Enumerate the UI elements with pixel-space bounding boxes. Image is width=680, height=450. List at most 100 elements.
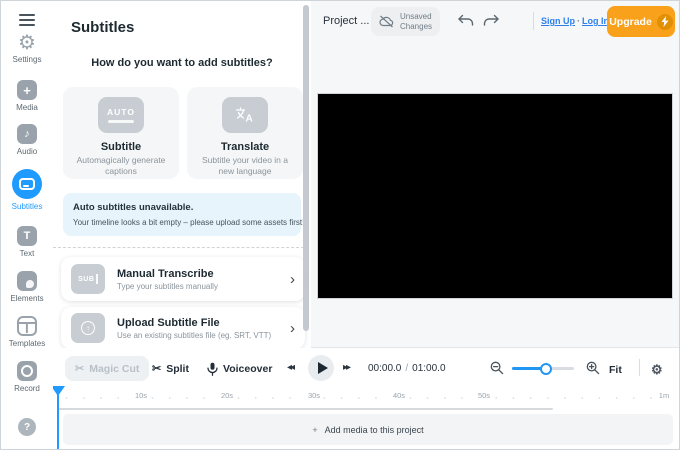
video-editor-window: ⚙ Settings + Media ♪ Audio Subtitles T T… xyxy=(0,0,680,450)
rewind-button[interactable]: ◂◂ xyxy=(287,362,295,373)
card-title: Translate xyxy=(220,141,270,153)
chevron-right-icon: › xyxy=(290,270,295,288)
play-icon xyxy=(317,362,328,374)
templates-icon xyxy=(17,316,37,336)
sidebar-item-label: Subtitles xyxy=(11,202,43,211)
sidebar-item-templates[interactable]: Templates xyxy=(1,316,53,348)
panel-scrollbar[interactable] xyxy=(303,5,309,331)
add-media-button[interactable]: + Add media to this project xyxy=(63,414,673,445)
magic-cut-button[interactable]: ✂ Magic Cut xyxy=(65,356,150,381)
timeline-zoom-slider[interactable] xyxy=(512,362,574,375)
sidebar-item-label: Record xyxy=(14,384,40,393)
sidebar-item-audio[interactable]: ♪ Audio xyxy=(1,124,53,156)
plus-icon: + xyxy=(17,80,37,100)
video-canvas[interactable] xyxy=(317,93,673,299)
current-time: 00:00.0 xyxy=(368,363,402,374)
unsaved-line1: Unsaved xyxy=(400,11,432,21)
scissors-icon: ✂ xyxy=(75,363,85,375)
sidebar-item-media[interactable]: + Media xyxy=(1,80,53,112)
sidebar-item-label: Templates xyxy=(8,339,46,348)
upload-icon: ↑ xyxy=(71,313,105,343)
ruler-tick-label: 50s xyxy=(474,391,494,400)
timeline-ruler[interactable]: 10s 20s 30s 40s 50s 1m xyxy=(53,388,679,408)
list-item-title: Upload Subtitle File xyxy=(117,316,220,329)
scissors-icon: ✂ xyxy=(152,363,162,375)
sidebar-item-elements[interactable]: Elements xyxy=(1,271,53,303)
zoom-in-button[interactable] xyxy=(586,361,600,378)
translate-icon: A xyxy=(222,97,268,133)
fit-button[interactable]: Fit xyxy=(609,357,622,382)
cloud-off-icon xyxy=(379,15,394,28)
log-in-link[interactable]: Log In xyxy=(582,16,609,26)
unsaved-line2: Changes xyxy=(400,21,433,31)
plus-icon: + xyxy=(312,424,318,435)
sidebar-item-label: Settings xyxy=(12,55,42,64)
timeline-section: ✂ Magic Cut ✂ Split Voiceover ◂◂ ▸▸ 00:0… xyxy=(51,347,679,449)
auto-subtitles-unavailable-notice: Auto subtitles unavailable. Your timelin… xyxy=(63,193,305,236)
divider xyxy=(533,12,534,30)
subtitles-panel: Subtitles How do you want to add subtitl… xyxy=(53,1,311,348)
menu-icon[interactable] xyxy=(19,14,35,29)
upload-subtitle-file-item[interactable]: ↑ Upload Subtitle File Use an existing s… xyxy=(61,307,305,348)
notice-body: Your timeline looks a bit empty – please… xyxy=(73,218,305,227)
timeline-scroll-track xyxy=(58,408,553,410)
list-item-title: Manual Transcribe xyxy=(117,267,214,280)
split-button[interactable]: ✂ Split xyxy=(152,356,189,381)
page-title: Subtitles xyxy=(71,19,135,36)
list-item-description: Type your subtitles manually xyxy=(117,281,218,291)
duration: 01:00.0 xyxy=(412,363,446,374)
svg-text:A: A xyxy=(246,114,253,124)
undo-button[interactable] xyxy=(457,14,474,30)
playhead[interactable] xyxy=(51,386,65,449)
ruler-tick-label: 30s xyxy=(304,391,324,400)
redo-button[interactable] xyxy=(483,14,500,30)
sidebar: ⚙ Settings + Media ♪ Audio Subtitles T T… xyxy=(1,1,53,449)
sidebar-item-settings[interactable]: ⚙ Settings xyxy=(1,32,53,64)
chevron-right-icon: › xyxy=(290,319,295,337)
sidebar-item-record[interactable]: Record xyxy=(1,361,53,393)
help-button[interactable]: ? xyxy=(1,418,53,436)
divider xyxy=(53,247,309,248)
subtitle-option-cards: AUTO Subtitle Automagically generate cap… xyxy=(63,87,303,179)
auto-subtitle-card[interactable]: AUTO Subtitle Automagically generate cap… xyxy=(63,87,179,179)
ruler-tick-label: 10s xyxy=(131,391,151,400)
sub-badge-icon: SUB xyxy=(71,264,105,294)
panel-question: How do you want to add subtitles? xyxy=(91,57,273,69)
unsaved-changes-badge: Unsaved Changes xyxy=(371,7,441,36)
translate-card[interactable]: A Translate Subtitle your video in a new… xyxy=(187,87,303,179)
sidebar-item-label: Audio xyxy=(16,147,38,156)
notice-title: Auto subtitles unavailable. xyxy=(73,202,194,213)
upgrade-button[interactable]: Upgrade xyxy=(607,6,675,37)
subtitles-icon xyxy=(12,169,42,199)
sidebar-item-subtitles[interactable]: Subtitles xyxy=(1,169,53,211)
lightning-icon xyxy=(656,13,673,30)
fast-forward-button[interactable]: ▸▸ xyxy=(343,362,351,373)
play-button[interactable] xyxy=(308,355,334,381)
sidebar-item-label: Media xyxy=(16,103,38,112)
slider-knob[interactable] xyxy=(540,362,552,375)
ruler-tick-label: 40s xyxy=(389,391,409,400)
sign-up-link[interactable]: Sign Up xyxy=(541,16,575,26)
ruler-tick-label: 20s xyxy=(217,391,237,400)
microphone-icon xyxy=(207,362,218,376)
question-icon: ? xyxy=(18,418,36,436)
card-description: Subtitle your video in a new language xyxy=(202,155,288,177)
camera-icon xyxy=(17,361,37,381)
sidebar-item-label: Text xyxy=(19,249,35,258)
text-icon: T xyxy=(17,226,37,246)
card-title: Subtitle xyxy=(100,141,142,153)
voiceover-button[interactable]: Voiceover xyxy=(207,356,272,381)
preview-area: Project ... Unsaved Changes Sign Up · Lo… xyxy=(311,1,679,348)
divider xyxy=(639,359,640,376)
ruler-tick-label: 1m xyxy=(655,391,673,400)
project-name[interactable]: Project ... xyxy=(323,15,369,27)
manual-transcribe-item[interactable]: SUB Manual Transcribe Type your subtitle… xyxy=(61,257,305,301)
sidebar-item-text[interactable]: T Text xyxy=(1,226,53,258)
gear-icon: ⚙ xyxy=(18,32,36,54)
auto-subtitle-icon: AUTO xyxy=(98,97,144,133)
list-item-description: Use an existing subtitles file (eg. SRT,… xyxy=(117,330,272,340)
zoom-out-button[interactable] xyxy=(490,361,504,378)
timecode-display: 00:00.0/01:00.0 xyxy=(368,363,446,374)
music-note-icon: ♪ xyxy=(17,124,37,144)
timeline-settings-button[interactable]: ⚙ xyxy=(651,357,663,382)
